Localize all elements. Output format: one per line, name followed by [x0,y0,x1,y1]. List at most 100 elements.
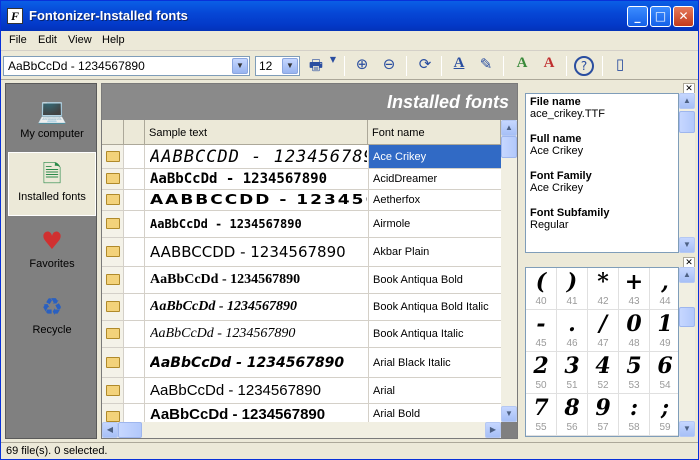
scroll-thumb[interactable] [118,422,142,438]
toolbar-separator [406,56,407,76]
panel-title: Installed fonts [386,92,509,112]
font-info-panel: ✕ File name ace_crikey.TTF Full name Ace… [523,83,697,255]
table-row[interactable]: AABBCCDD - 1234567 Aetherfox [102,190,501,211]
scroll-thumb[interactable] [501,136,517,158]
character-cell[interactable]: 0 48 [619,310,650,352]
sidebar-item-recycle[interactable]: ♻ Recycle [8,286,96,350]
exit-icon[interactable]: ▯ [609,55,631,77]
minimize-button[interactable]: _ [627,6,648,27]
panel-header: Installed fonts [102,84,517,120]
table-row[interactable]: AaBbCcDd - 1234567890 Arial Black Italic [102,348,501,378]
character-cell[interactable]: 3 51 [557,352,588,394]
sidebar-item-installed-fonts[interactable]: 🗎 Installed fonts [8,152,96,216]
close-button[interactable]: ✕ [673,6,694,27]
chevron-down-icon[interactable]: ▼ [282,58,298,74]
maximize-button[interactable]: □ [650,6,671,27]
menu-view[interactable]: View [68,34,92,46]
toolbar-separator [602,56,603,76]
sample-text: AABBCCDD - 1234567890 [150,146,367,167]
table-row[interactable]: AaBbCcDd - 1234567890 Arial [102,378,501,404]
scroll-right-icon[interactable]: ▶ [485,422,501,438]
scroll-down-icon[interactable]: ▼ [501,406,517,422]
font-file-icon [106,410,120,422]
table-row[interactable]: AaBbCcDd - 1234567890 Book Antiqua Bold [102,267,501,294]
table-row[interactable]: AABBCCDD - 1234567890 Akbar Plain [102,238,501,267]
character-glyph: ( [535,269,547,295]
table-row[interactable]: AABBCCDD - 1234567890 Ace Crikey [102,145,501,169]
refresh-icon[interactable]: ⟳ [414,55,436,77]
horizontal-scrollbar[interactable]: ◀ ▶ [102,422,501,438]
font-name: Arial Bold [368,404,501,422]
font-size-select[interactable]: 12 ▼ [255,56,300,76]
scroll-thumb[interactable] [679,111,695,133]
scroll-thumb[interactable] [679,307,695,327]
character-code: 43 [628,296,640,307]
table-row[interactable]: AaBbCcDd - 1234567890 Book Antiqua Bold … [102,294,501,321]
sample-text: AaBbCcDd - 1234567890 [150,171,328,187]
menu-help[interactable]: Help [102,34,125,46]
zoom-out-icon[interactable]: ⊖ [378,55,400,77]
character-cell[interactable]: /47 [588,310,619,352]
scroll-up-icon[interactable]: ▲ [501,120,517,136]
font-name: Arial Black Italic [368,348,501,377]
column-header-sample[interactable]: Sample text [145,120,368,145]
character-cell[interactable]: 8 56 [557,394,588,436]
status-bar: 69 file(s). 0 selected. [1,442,698,459]
font-file-icon [106,218,120,229]
vertical-scrollbar[interactable]: ▲ ▼ [501,120,517,422]
character-code: 46 [566,338,578,349]
help-icon[interactable]: ? [574,56,594,76]
character-cell[interactable]: 1 49 [650,310,678,352]
column-header-name[interactable]: Font name [368,120,501,145]
character-cell[interactable]: , 44 [650,268,678,310]
zoom-in-icon[interactable]: ⊕ [351,55,373,77]
character-code: 57 [597,422,609,433]
character-cell[interactable]: ) 41 [557,268,588,310]
scroll-up-icon[interactable]: ▲ [679,267,695,283]
edit-icon[interactable]: ✎ [475,55,497,77]
character-cell[interactable]: +43 [619,268,650,310]
character-cell[interactable]: 2 50 [526,352,557,394]
character-cell[interactable]: 9 57 [588,394,619,436]
sidebar-item-favorites[interactable]: ♥ Favorites [8,220,96,284]
character-code: 55 [535,422,547,433]
print-dropdown-icon[interactable]: ▼ [327,55,339,77]
uninstall-font-icon[interactable]: A [538,55,560,77]
charmap-scrollbar[interactable]: ▲ ▼ [679,267,695,437]
info-label: Font Subfamily [530,207,610,219]
character-cell[interactable]: . 46 [557,310,588,352]
menu-file[interactable]: File [9,34,27,46]
character-code: 53 [628,380,640,391]
character-cell[interactable]: 7 55 [526,394,557,436]
column-header-icon[interactable] [102,120,124,145]
menu-edit[interactable]: Edit [38,34,57,46]
sidebar-item-my-computer[interactable]: 💻 My computer [8,90,96,154]
scroll-down-icon[interactable]: ▼ [679,237,695,253]
toolbar-separator [344,56,345,76]
print-icon[interactable]: 🖶 [305,55,327,77]
title-bar[interactable]: F Fontonizer-Installed fonts _ □ ✕ [1,1,698,31]
info-value: ace_crikey.TTF [530,108,605,120]
table-row[interactable]: AaBbCcDd - 1234567890 Arial Bold [102,404,501,422]
install-font-icon[interactable]: A [511,55,533,77]
character-cell[interactable]: :58 [619,394,650,436]
character-cell[interactable]: ; 59 [650,394,678,436]
table-row[interactable]: AaBbCcDd - 1234567890 Airmole [102,211,501,238]
table-row[interactable]: AaBbCcDd - 1234567890 AcidDreamer [102,169,501,190]
chevron-down-icon[interactable]: ▼ [232,58,248,74]
sample-text-input[interactable]: AaBbCcDd - 1234567890 ▼ [3,56,250,76]
character-cell[interactable]: -45 [526,310,557,352]
character-cell[interactable]: * 42 [588,268,619,310]
scroll-down-icon[interactable]: ▼ [679,421,695,437]
info-scrollbar[interactable]: ▲ ▼ [679,93,695,253]
character-cell[interactable]: (40 [526,268,557,310]
column-header-mark[interactable] [124,120,145,145]
character-cell[interactable]: 6 54 [650,352,678,394]
character-cell[interactable]: 5 53 [619,352,650,394]
scroll-left-icon[interactable]: ◀ [102,422,118,438]
character-cell[interactable]: 4 52 [588,352,619,394]
table-row[interactable]: AaBbCcDd - 1234567890 Book Antiqua Itali… [102,321,501,348]
font-name: Airmole [368,211,501,237]
scroll-up-icon[interactable]: ▲ [679,93,695,109]
font-properties-icon[interactable]: A [448,55,470,77]
